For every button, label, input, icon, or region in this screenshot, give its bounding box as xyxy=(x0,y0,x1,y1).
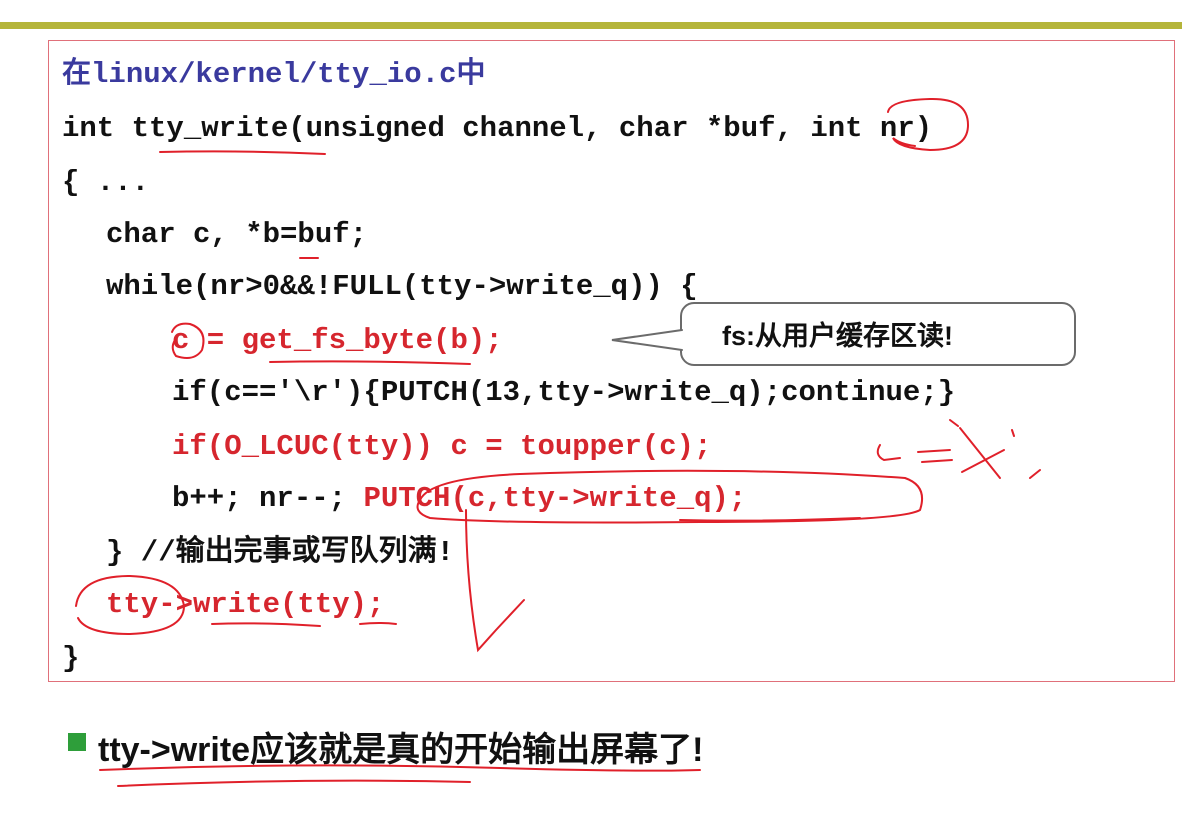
code-line-comment: } //输出完事或写队列满! xyxy=(106,536,455,569)
code-line-decl: char c, *b=buf; xyxy=(106,218,368,251)
code-line-toupper: if(O_LCUC(tty)) c = toupper(c); xyxy=(172,430,712,463)
file-path-suffix: 中 xyxy=(456,58,486,91)
file-path: linux/kernel/tty_io.c xyxy=(91,58,457,91)
file-path-prefix: 在 xyxy=(62,58,92,91)
code-line-open-brace: { ... xyxy=(62,166,150,199)
file-path-line: 在linux/kernel/tty_io.c中 xyxy=(62,58,486,92)
code-line-close-brace: } xyxy=(62,642,80,675)
underline-bottom-2 xyxy=(117,779,471,787)
code-line-get-fs-byte: c = get_fs_byte(b); xyxy=(172,324,503,357)
code-line-signature: int tty_write(unsigned channel, char *bu… xyxy=(62,112,933,145)
callout-text: fs:从用户缓存区读! xyxy=(722,321,953,351)
code-increment: b++; nr--; xyxy=(172,482,364,515)
code-line-while: while(nr>0&&!FULL(tty->write_q)) { xyxy=(106,270,698,303)
code-line-tty-write: tty->write(tty); xyxy=(106,588,385,621)
bullet-square-icon xyxy=(68,733,86,751)
top-accent-bar xyxy=(0,0,1182,29)
code-line-if-cr: if(c=='\r'){PUTCH(13,tty->write_q);conti… xyxy=(172,376,956,409)
code-line-putch: b++; nr--; PUTCH(c,tty->write_q); xyxy=(172,482,746,516)
bottom-note: tty->write应该就是真的开始输出屏幕了! xyxy=(98,731,704,769)
code-putch-call: PUTCH(c,tty->write_q); xyxy=(363,482,747,515)
